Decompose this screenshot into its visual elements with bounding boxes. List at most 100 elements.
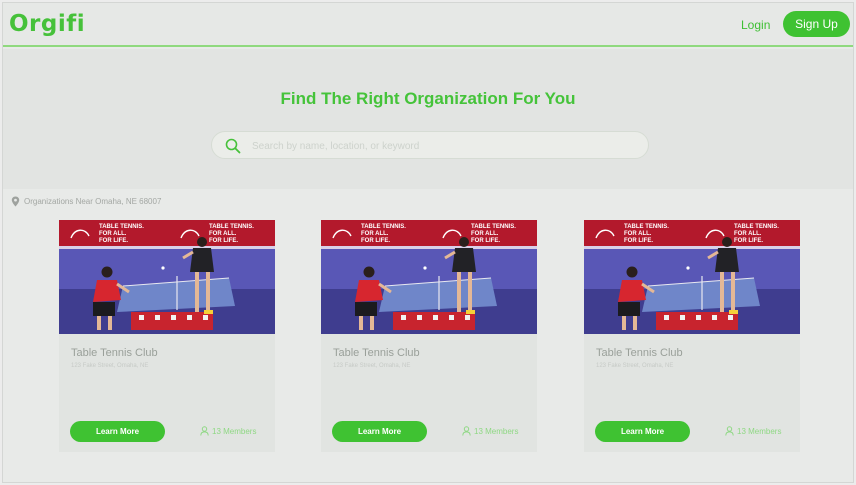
member-count-label: 13 Members xyxy=(474,427,519,436)
search-bar[interactable] xyxy=(211,131,649,159)
player-left-leg xyxy=(359,316,363,330)
barrier-logo xyxy=(433,315,438,320)
ball xyxy=(423,266,427,270)
player-left-leg xyxy=(633,316,637,330)
user-icon xyxy=(725,426,734,436)
banner-slogan-line2: FOR ALL. xyxy=(624,231,652,237)
signup-button[interactable]: Sign Up xyxy=(783,11,850,37)
org-card[interactable]: TABLE TENNIS. FOR ALL. FOR LIFE. TABLE TENN… xyxy=(321,220,537,452)
player-right-shoe xyxy=(729,310,738,314)
learn-more-button[interactable]: Learn More xyxy=(595,421,690,442)
player-left-leg xyxy=(370,316,374,330)
player-right-leg xyxy=(206,272,210,312)
org-address: 123 Fake Street, Omaha, NE xyxy=(596,363,674,369)
learn-more-button[interactable]: Learn More xyxy=(70,421,165,442)
table-tennis-photo: TABLE TENNIS.FOR ALL.FOR LIFE.TABLE TENN… xyxy=(584,220,800,334)
player-right-leg xyxy=(195,272,199,312)
member-count-label: 13 Members xyxy=(212,427,257,436)
player-left-shorts xyxy=(618,302,640,316)
player-right-leg xyxy=(731,272,735,312)
barrier-logo xyxy=(465,315,470,320)
player-left-leg xyxy=(108,316,112,330)
search-icon xyxy=(225,138,241,154)
banner-slogan-line1: TABLE TENNIS. xyxy=(471,224,516,230)
banner-edge xyxy=(584,246,800,249)
player-left-shorts xyxy=(355,302,377,316)
hero-title: Find The Right Organization For You xyxy=(280,89,576,108)
org-title: Table Tennis Club xyxy=(596,347,683,359)
banner-slogan-line2: FOR ALL. xyxy=(471,231,499,237)
player-left-leg xyxy=(622,316,626,330)
learn-more-button[interactable]: Learn More xyxy=(332,421,427,442)
org-card[interactable]: TABLE TENNIS. FOR ALL. FOR LIFE. TABLE TENN… xyxy=(59,220,275,452)
player-right-leg xyxy=(468,272,472,312)
banner-edge xyxy=(59,246,275,249)
barrier-logo xyxy=(171,315,176,320)
org-photo: TABLE TENNIS. FOR ALL. FOR LIFE. TABLE TENN… xyxy=(321,220,537,334)
org-photo: TABLE TENNIS. FOR ALL. FOR LIFE. TABLE TENN… xyxy=(584,220,800,334)
member-count-label: 13 Members xyxy=(737,427,782,436)
barrier-logo xyxy=(664,315,669,320)
logo[interactable]: Orgifi xyxy=(9,11,85,37)
court-barrier xyxy=(131,312,213,330)
barrier-logo xyxy=(155,315,160,320)
table-tennis-photo: TABLE TENNIS.FOR ALL.FOR LIFE.TABLE TENN… xyxy=(321,220,537,334)
location-label: Organizations Near Omaha, NE 68007 xyxy=(24,197,162,206)
player-left-head xyxy=(626,266,638,278)
org-photo: TABLE TENNIS. FOR ALL. FOR LIFE. TABLE TENN… xyxy=(59,220,275,334)
banner-slogan-line1: TABLE TENNIS. xyxy=(361,224,406,230)
banner-slogan-line2: FOR ALL. xyxy=(99,231,127,237)
player-right-shirt xyxy=(190,248,214,272)
player-right-leg xyxy=(720,272,724,312)
banner-slogan-line3: FOR LIFE. xyxy=(99,238,128,244)
player-right-shoe xyxy=(466,310,475,314)
org-title: Table Tennis Club xyxy=(71,347,158,359)
player-right-shoe xyxy=(204,310,213,314)
barrier-logo xyxy=(712,315,717,320)
banner-slogan-line1: TABLE TENNIS. xyxy=(734,224,779,230)
org-card[interactable]: TABLE TENNIS. FOR ALL. FOR LIFE. TABLE TENN… xyxy=(584,220,800,452)
player-right-leg xyxy=(457,272,461,312)
app-frame: Orgifi Login Sign Up Find The Right Orga… xyxy=(2,2,854,483)
player-left-shirt xyxy=(355,280,383,302)
player-left-head xyxy=(363,266,375,278)
banner-slogan-line3: FOR LIFE. xyxy=(361,238,390,244)
player-left-shirt xyxy=(93,280,121,302)
barrier-logo xyxy=(449,315,454,320)
ball xyxy=(161,266,165,270)
player-left-head xyxy=(101,266,113,278)
barrier-logo xyxy=(417,315,422,320)
top-nav: Orgifi Login Sign Up xyxy=(3,3,853,47)
banner-edge xyxy=(321,246,537,249)
user-icon xyxy=(200,426,209,436)
barrier-logo xyxy=(401,315,406,320)
search-input[interactable] xyxy=(252,136,632,156)
player-right-shirt xyxy=(452,248,476,272)
banner-slogan-line3: FOR LIFE. xyxy=(471,238,500,244)
court-barrier xyxy=(656,312,738,330)
hero-section: Find The Right Organization For You xyxy=(3,49,853,189)
player-left-shorts xyxy=(93,302,115,316)
player-right-head xyxy=(459,237,469,247)
banner-slogan-line3: FOR LIFE. xyxy=(624,238,653,244)
player-left-shirt xyxy=(618,280,646,302)
barrier-logo xyxy=(696,315,701,320)
barrier-logo xyxy=(203,315,208,320)
banner-slogan-line2: FOR ALL. xyxy=(361,231,389,237)
banner-slogan-line1: TABLE TENNIS. xyxy=(99,224,144,230)
banner-slogan-line3: FOR LIFE. xyxy=(209,238,238,244)
banner-slogan-line2: FOR ALL. xyxy=(734,231,762,237)
player-right-head xyxy=(197,237,207,247)
table-tennis-photo: TABLE TENNIS.FOR ALL.FOR LIFE.TABLE TENN… xyxy=(59,220,275,334)
barrier-logo xyxy=(187,315,192,320)
org-address: 123 Fake Street, Omaha, NE xyxy=(71,363,149,369)
player-left-leg xyxy=(97,316,101,330)
ball xyxy=(686,266,690,270)
login-link[interactable]: Login xyxy=(741,18,770,32)
barrier-logo xyxy=(139,315,144,320)
banner-slogan-line1: TABLE TENNIS. xyxy=(209,224,254,230)
user-icon xyxy=(462,426,471,436)
player-right-shirt xyxy=(715,248,739,272)
org-title: Table Tennis Club xyxy=(333,347,420,359)
barrier-logo xyxy=(680,315,685,320)
